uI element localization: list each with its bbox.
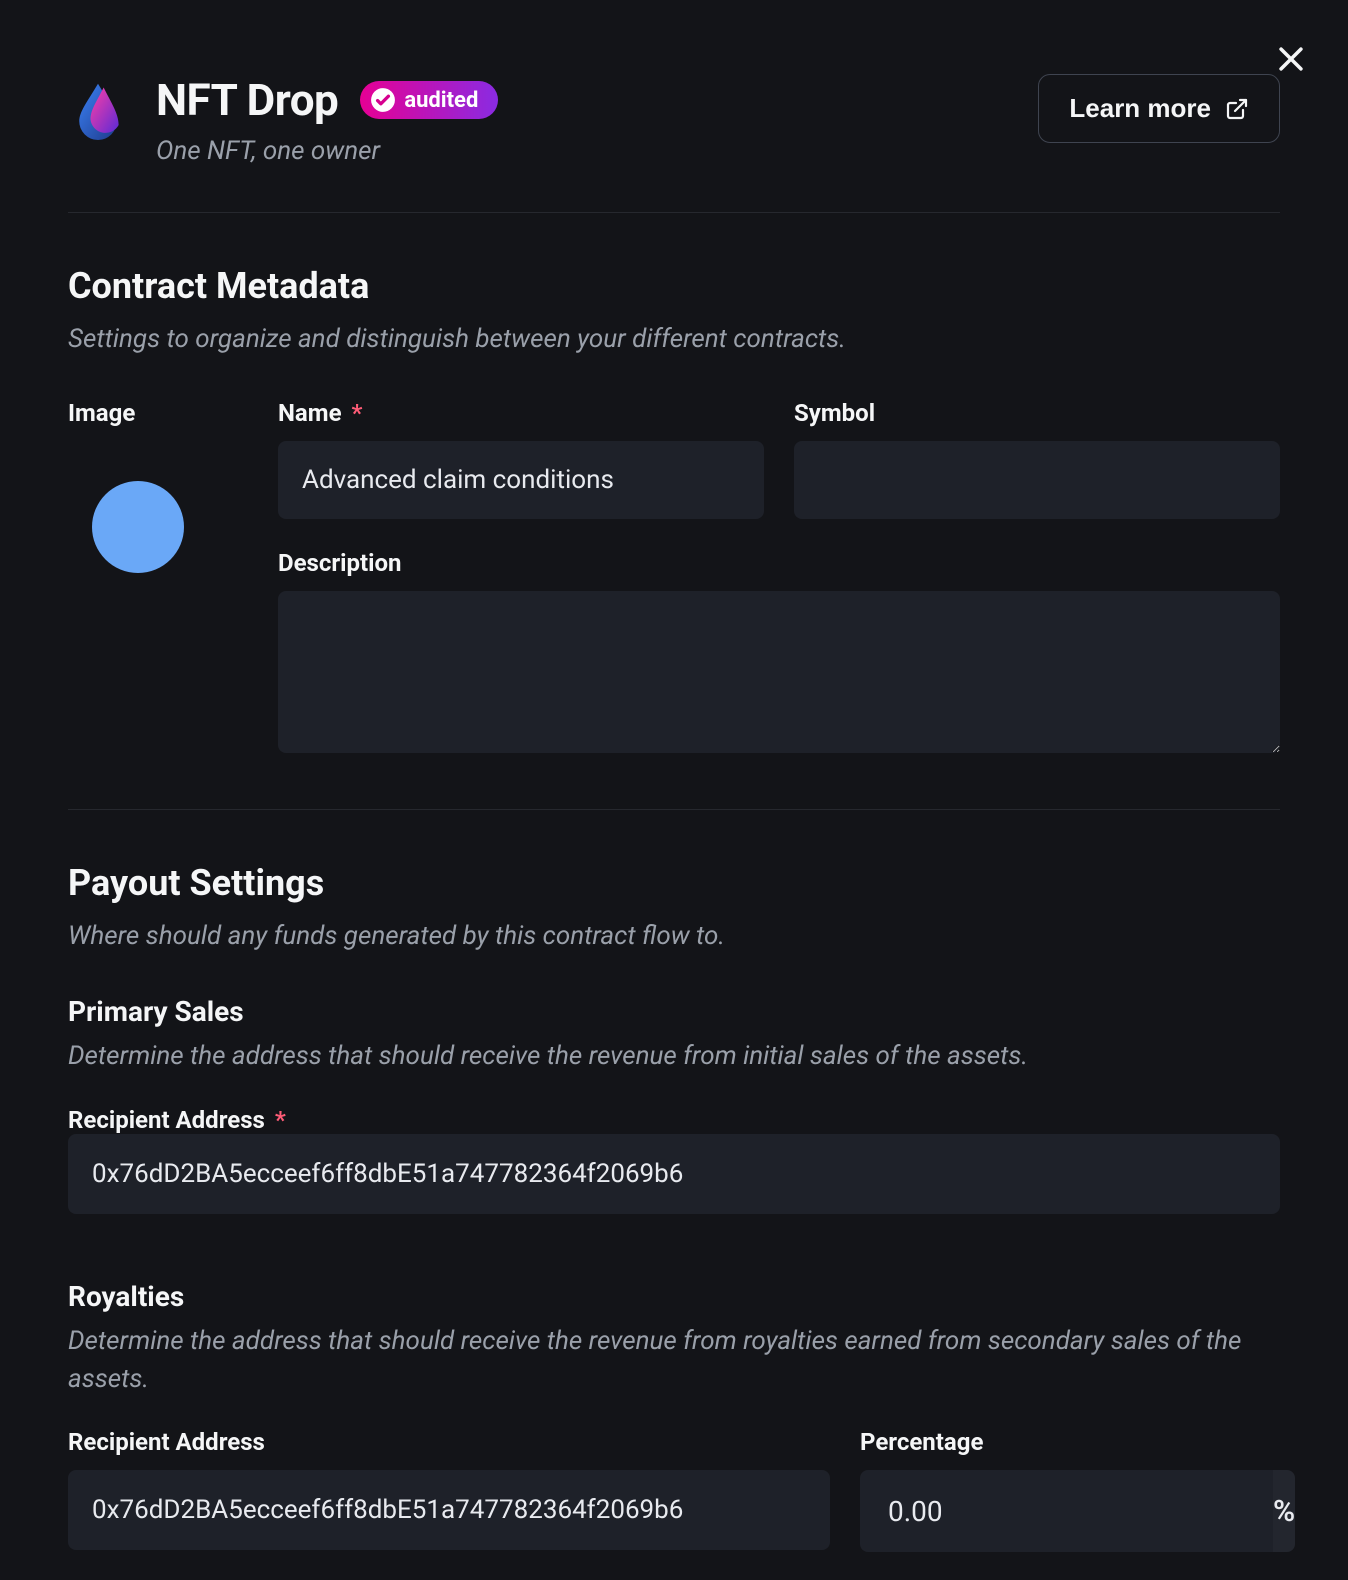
title-row: NFT Drop audited <box>156 74 498 126</box>
payout-desc: Where should any funds generated by this… <box>68 918 1280 956</box>
payout-section: Payout Settings Where should any funds g… <box>68 810 1280 1553</box>
metadata-desc: Settings to organize and distinguish bet… <box>68 321 1280 359</box>
title-block: NFT Drop audited One NFT, one owner <box>156 74 498 166</box>
symbol-input[interactable] <box>794 441 1280 519</box>
royalties-desc: Determine the address that should receiv… <box>68 1323 1280 1398</box>
symbol-field: Symbol <box>794 399 1280 519</box>
image-upload[interactable] <box>92 481 184 573</box>
metadata-grid: Image Name * Symbol Description <box>68 399 1280 810</box>
name-field: Name * <box>278 399 764 519</box>
royalty-recipient-field: Recipient Address <box>68 1428 830 1552</box>
learn-more-label: Learn more <box>1069 93 1211 124</box>
primary-recipient-input[interactable] <box>68 1134 1280 1214</box>
subtitle: One NFT, one owner <box>156 136 498 166</box>
description-input[interactable] <box>278 591 1280 753</box>
primary-recipient-label-text: Recipient Address <box>68 1106 265 1134</box>
royalty-row: Recipient Address Percentage % <box>68 1428 1280 1552</box>
metadata-title: Contract Metadata <box>68 265 1280 307</box>
image-label: Image <box>68 399 248 427</box>
external-link-icon <box>1225 97 1249 121</box>
audited-badge: audited <box>360 81 498 119</box>
learn-more-button[interactable]: Learn more <box>1038 74 1280 143</box>
drop-icon <box>68 80 128 140</box>
royalty-recipient-input[interactable] <box>68 1470 830 1550</box>
primary-recipient-field: Recipient Address * <box>68 1106 1280 1214</box>
royalties-heading: Royalties <box>68 1280 1280 1313</box>
name-label: Name * <box>278 399 764 427</box>
primary-recipient-label: Recipient Address * <box>68 1106 286 1134</box>
header-left: NFT Drop audited One NFT, one owner <box>68 74 498 166</box>
description-label: Description <box>278 549 1280 577</box>
name-label-text: Name <box>278 399 342 427</box>
royalty-percentage-input[interactable] <box>860 1470 1273 1552</box>
payout-title: Payout Settings <box>68 862 1280 904</box>
percent-suffix: % <box>1273 1470 1295 1552</box>
header: NFT Drop audited One NFT, one owner Lear… <box>68 0 1280 213</box>
primary-sales-desc: Determine the address that should receiv… <box>68 1038 1280 1076</box>
royalty-percentage-field: Percentage % <box>860 1428 1280 1552</box>
description-field: Description <box>278 549 1280 753</box>
audited-label: audited <box>404 88 478 113</box>
close-icon <box>1274 42 1308 76</box>
royalty-percentage-label: Percentage <box>860 1428 1280 1456</box>
image-field: Image <box>68 399 248 753</box>
deploy-modal: NFT Drop audited One NFT, one owner Lear… <box>0 0 1348 1580</box>
primary-sales-heading: Primary Sales <box>68 995 1280 1028</box>
page-title: NFT Drop <box>156 74 338 126</box>
name-input[interactable] <box>278 441 764 519</box>
symbol-label: Symbol <box>794 399 1280 427</box>
metadata-section: Contract Metadata Settings to organize a… <box>68 213 1280 810</box>
required-asterisk: * <box>352 399 363 427</box>
required-asterisk: * <box>275 1106 286 1134</box>
royalty-recipient-label: Recipient Address <box>68 1428 830 1456</box>
percentage-wrap: % <box>860 1470 1280 1552</box>
close-button[interactable] <box>1270 38 1312 83</box>
check-circle-icon <box>370 87 396 113</box>
